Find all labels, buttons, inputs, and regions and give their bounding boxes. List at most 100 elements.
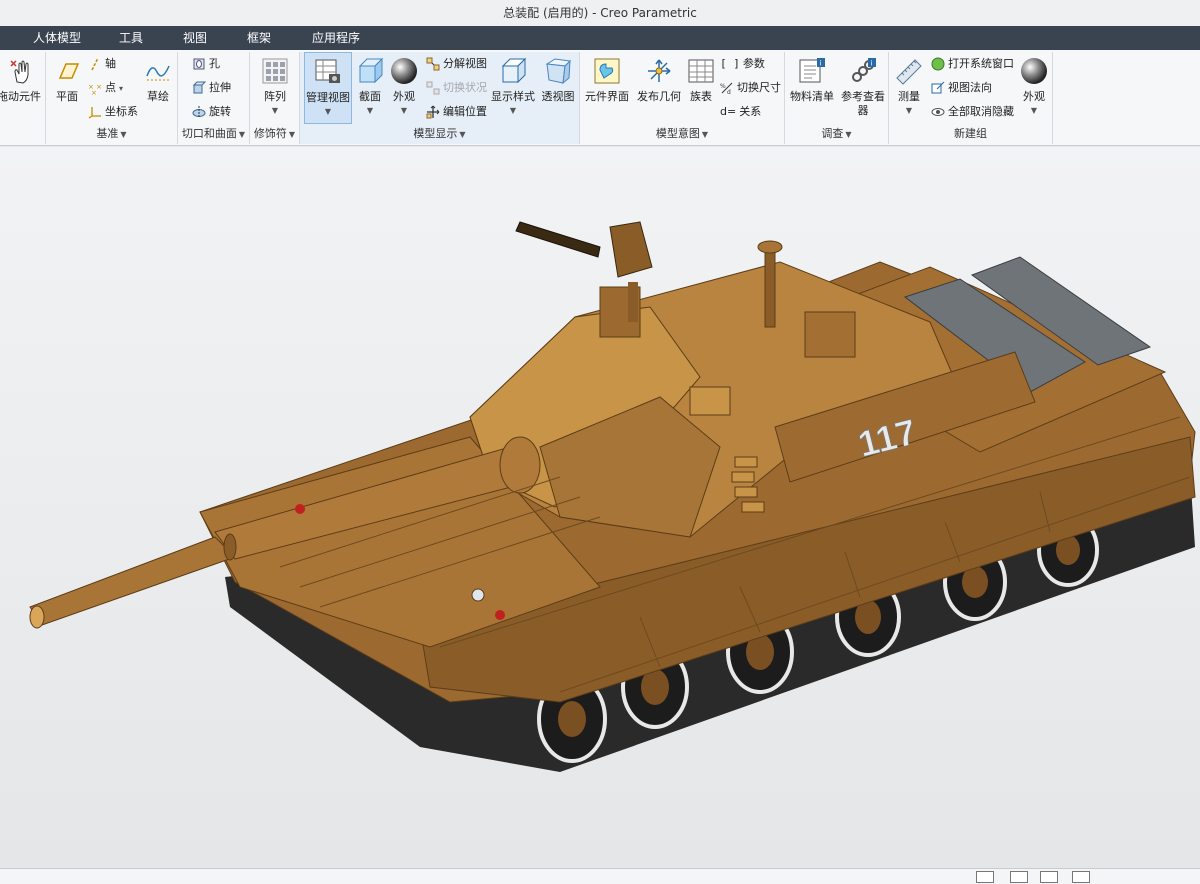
component-interface-icon <box>594 58 620 84</box>
appearance-button[interactable]: 外观 ▼ <box>388 52 420 124</box>
group-datum: 平面 轴 × × × 点 ▾ 坐标系 草绘 基准 ▼ <box>46 52 178 144</box>
sensor-mast <box>764 246 776 328</box>
window-title: 总装配 (启用的) - Creo Parametric <box>0 0 1200 26</box>
axis-icon <box>91 57 99 71</box>
coord-sys-button[interactable]: 坐标系 <box>88 102 138 122</box>
unhide-all-button[interactable]: 全部取消隐藏 <box>931 102 1014 122</box>
tab-mannequin[interactable]: 人体模型 <box>22 26 92 50</box>
tab-framework[interactable]: 框架 <box>236 26 282 50</box>
family-table-button[interactable]: 族表 <box>684 52 718 124</box>
cut-surface-group-label[interactable]: 切口和曲面 ▼ <box>178 126 249 142</box>
point-label: 点 <box>105 81 116 94</box>
unhide-all-icon <box>931 108 945 116</box>
bom-label: 物料清单 <box>790 90 834 103</box>
manage-views-label: 管理视图 <box>306 91 350 104</box>
measure-button[interactable]: 测量 ▼ <box>891 52 927 124</box>
selection-filter-icon[interactable] <box>976 871 994 883</box>
section-dropdown-icon: ▼ <box>366 106 374 115</box>
hole-icon <box>193 58 205 70</box>
chevron-down-icon: ▼ <box>288 130 296 139</box>
publish-geometry-label: 发布几何 <box>637 90 681 103</box>
rws-housing <box>609 221 653 278</box>
publish-geometry-button[interactable]: 发布几何 <box>634 52 684 124</box>
reference-viewer-label: 参考查看器 <box>841 90 885 117</box>
edit-position-icon <box>426 105 440 119</box>
appearance-dropdown-icon: ▼ <box>1030 106 1038 115</box>
svg-text:i: i <box>820 60 822 68</box>
appearance-label-2: 外观 <box>1023 90 1045 103</box>
chevron-down-icon: ▼ <box>120 130 127 139</box>
window-select-icon[interactable] <box>1040 871 1058 883</box>
edit-position-button[interactable]: 编辑位置 <box>426 102 487 122</box>
switch-dimensions-icon: %d <box>720 82 733 95</box>
relations-button[interactable]: d= 关系 <box>720 102 761 122</box>
switch-dimensions-button[interactable]: % d 切换尺寸 <box>720 78 781 98</box>
display-style-label: 显示样式 <box>491 90 535 103</box>
drag-components-button[interactable]: 拖动元件 <box>0 52 44 124</box>
perspective-button[interactable]: 透视图 <box>538 52 578 124</box>
sketch-label: 草绘 <box>147 90 169 103</box>
manage-views-icon <box>315 59 340 83</box>
model-intent-group-text: 模型意图 <box>655 127 700 140</box>
open-system-window-button[interactable]: 打开系统窗口 <box>931 54 1014 74</box>
section-button[interactable]: 截面 ▼ <box>354 52 386 124</box>
revolve-button[interactable]: 旋转 <box>192 102 231 122</box>
investigate-group-label[interactable]: 调查 ▼ <box>785 126 888 142</box>
status-bar <box>0 868 1200 884</box>
appearance-sphere-icon <box>391 58 417 84</box>
svg-text:×: × <box>91 89 97 95</box>
reference-viewer-button[interactable]: i 参考查看器 <box>839 52 887 124</box>
tab-applications[interactable]: 应用程序 <box>300 26 372 50</box>
tank-model[interactable]: 117 <box>0 147 1200 868</box>
section-label: 截面 <box>359 90 381 103</box>
bom-button[interactable]: i 物料清单 <box>787 52 837 124</box>
view-normal-button[interactable]: 视图法向 <box>931 78 992 98</box>
open-system-window-icon <box>931 57 945 71</box>
driver-periscope <box>471 588 485 602</box>
point-button[interactable]: × × × 点 ▾ <box>88 78 123 98</box>
component-interface-button[interactable]: 元件界面 <box>582 52 632 124</box>
new-group-text: 新建组 <box>954 127 987 140</box>
graphics-viewport[interactable]: 117 <box>0 147 1200 868</box>
extrude-button[interactable]: 拉伸 <box>192 78 231 98</box>
display-style-button[interactable]: 显示样式 ▼ <box>490 52 536 124</box>
view-normal-icon <box>931 81 945 94</box>
graphics-window-icon[interactable] <box>1072 871 1090 883</box>
front-light-left <box>295 504 305 514</box>
front-light-right <box>495 610 505 620</box>
gun-barrel <box>29 536 236 626</box>
chevron-down-icon: ▼ <box>238 130 246 139</box>
manage-views-dropdown-icon: ▼ <box>324 107 332 116</box>
hole-button[interactable]: 孔 <box>192 54 220 74</box>
cut-surface-group-text: 切口和曲面 <box>181 127 237 140</box>
group-model-display: 管理视图 ▼ 截面 ▼ 外观 ▼ 分解视图 切换状况 编辑位置 显示样式 ▼ 透… <box>300 52 580 144</box>
gunner-sight <box>689 386 731 416</box>
tab-view[interactable]: 视图 <box>172 26 218 50</box>
point-dropdown-icon[interactable]: ▾ <box>119 84 123 93</box>
appearance-button-2[interactable]: 外观 ▼ <box>1017 52 1051 124</box>
model-display-group-label[interactable]: 模型显示 ▼ <box>300 126 579 142</box>
modifiers-group-label[interactable]: 修饰符 ▼ <box>250 126 299 142</box>
parameters-button[interactable]: [ ] 参数 <box>720 54 765 74</box>
plane-button[interactable]: 平面 <box>48 52 86 124</box>
point-icon: × ×× <box>88 83 102 95</box>
open-system-window-label: 打开系统窗口 <box>948 57 1014 70</box>
box-select-icon[interactable] <box>1010 871 1028 883</box>
revolve-icon <box>192 106 206 118</box>
toggle-status-button[interactable]: 切换状况 <box>426 78 487 98</box>
family-table-label: 族表 <box>690 90 712 103</box>
axis-button[interactable]: 轴 <box>88 54 116 74</box>
view-normal-label: 视图法向 <box>948 81 992 94</box>
sketch-button[interactable]: 草绘 <box>140 52 176 124</box>
svg-text:d: d <box>727 89 731 95</box>
pattern-dropdown-icon: ▼ <box>271 106 279 115</box>
manage-views-button[interactable]: 管理视图 ▼ <box>304 52 352 124</box>
mast-head <box>757 240 783 254</box>
model-intent-group-label[interactable]: 模型意图 ▼ <box>580 126 784 142</box>
plane-label: 平面 <box>56 90 78 103</box>
exploded-view-button[interactable]: 分解视图 <box>426 54 487 74</box>
pattern-button[interactable]: 阵列 ▼ <box>254 52 296 124</box>
model-display-group-text: 模型显示 <box>413 127 458 140</box>
datum-group-label[interactable]: 基准 ▼ <box>46 126 177 142</box>
tab-tools[interactable]: 工具 <box>108 26 154 50</box>
